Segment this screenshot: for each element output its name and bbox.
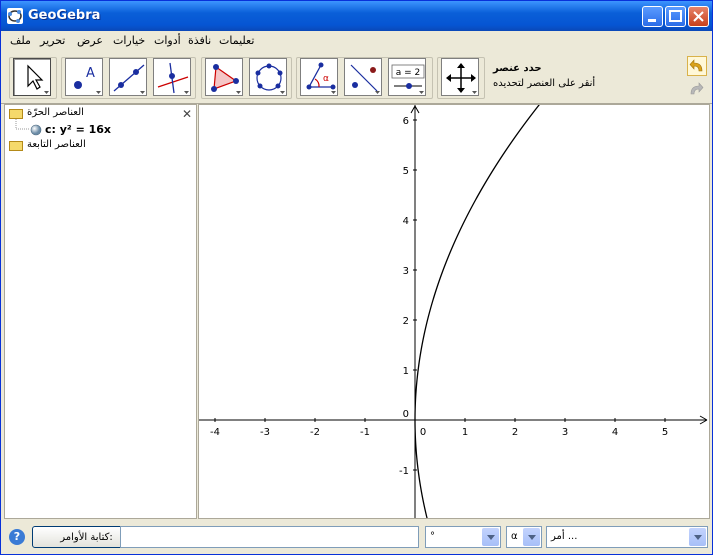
slider-tool-button[interactable]: a = 2 (388, 58, 426, 96)
reflect-tool-button[interactable] (344, 58, 382, 96)
object-visible-icon[interactable] (30, 124, 42, 136)
x-tick-label: -2 (310, 427, 320, 438)
move-graphics-view-icon (446, 63, 477, 94)
tool-help-title: حدد عنصر (493, 63, 542, 74)
chevron-down-icon[interactable] (689, 528, 706, 546)
folder-icon (9, 109, 23, 119)
x-tick-label: -4 (210, 427, 220, 438)
app-window: GeoGebra ملف تحرير عرض خيارات أدوات نافذ… (0, 0, 713, 555)
y-tick-label: 2 (403, 316, 409, 327)
move-tool-button[interactable] (13, 58, 51, 96)
x-tick-label: 3 (562, 427, 568, 438)
menu-bar: ملف تحرير عرض خيارات أدوات نافذة تعليمات (1, 31, 712, 51)
graphics-canvas[interactable]: -4 -3 -2 -1 0 1 2 3 4 5 6 5 4 3 2 1 0 -1 (199, 105, 709, 518)
symbol-select-value: ° (430, 531, 435, 542)
algebra-view: ✕ العناصر الحرّة c: y² = 16x العناصر الت… (4, 104, 197, 519)
point-tool-button[interactable]: A (65, 58, 103, 96)
toolbar: A α a = 2 حدد عنصر أنقر على العنصر لتحدي… (1, 53, 712, 104)
redo-button[interactable] (687, 80, 707, 100)
undo-icon (689, 59, 703, 72)
perpendicular-tool-button[interactable] (153, 58, 191, 96)
minimize-button[interactable] (642, 6, 663, 27)
point-icon: A (74, 66, 101, 94)
close-algebra-view-icon[interactable]: ✕ (182, 107, 192, 121)
menu-window[interactable]: نافذة (188, 34, 211, 47)
undo-button[interactable] (687, 56, 707, 76)
arrow-pointer-icon (27, 64, 49, 94)
y-tick-label: 5 (403, 166, 409, 177)
minimize-icon (648, 19, 656, 22)
command-select-value: أمر ... (551, 531, 578, 542)
menu-file[interactable]: ملف (10, 34, 31, 47)
menu-tools[interactable]: أدوات (154, 34, 181, 47)
reflect-about-line-icon (350, 64, 380, 94)
svg-text:a = 2: a = 2 (396, 68, 421, 78)
input-bar: ? كتابة الأوامر: ° α أمر ... (1, 521, 712, 554)
greek-select-value: α (511, 531, 518, 542)
free-objects-node[interactable]: العناصر الحرّة (27, 107, 84, 118)
window-title: GeoGebra (28, 8, 101, 23)
title-bar[interactable]: GeoGebra (1, 1, 712, 31)
circle-through-points-icon (255, 63, 285, 94)
polygon-tool-button[interactable] (205, 58, 243, 96)
dependent-objects-node[interactable]: العناصر التابعة (27, 139, 86, 150)
menu-options[interactable]: خيارات (113, 34, 145, 47)
x-tick-label: 5 (662, 427, 668, 438)
tool-help-text: أنقر على العنصر لتحديده (493, 78, 596, 89)
command-input[interactable] (120, 526, 419, 548)
y-tick-label: 0 (403, 409, 409, 420)
greek-letter-select[interactable]: α (506, 526, 542, 548)
x-tick-label: 4 (612, 427, 618, 438)
y-tick-label: 4 (403, 216, 409, 227)
y-tick-label: 3 (403, 266, 409, 277)
folder-icon (9, 141, 23, 151)
object-c-equation[interactable]: c: y² = 16x (45, 123, 111, 136)
polygon-icon (211, 64, 241, 94)
angle-icon: α (306, 62, 336, 94)
move-graphics-tool-button[interactable] (441, 58, 479, 96)
chevron-down-icon[interactable] (482, 528, 499, 546)
line-through-points-icon (113, 64, 145, 94)
redo-icon (690, 82, 704, 95)
x-tick-label: 1 (462, 427, 468, 438)
command-select[interactable]: أمر ... (546, 526, 708, 548)
svg-text:A: A (86, 66, 95, 81)
circle-tool-button[interactable] (249, 58, 287, 96)
menu-edit[interactable]: تحرير (40, 34, 65, 47)
x-tick-label: 0 (420, 427, 426, 438)
y-tick-label: -1 (399, 466, 409, 477)
maximize-icon (669, 10, 682, 22)
slider-icon: a = 2 (391, 64, 425, 94)
close-button[interactable] (688, 6, 709, 27)
symbol-select[interactable]: ° (425, 526, 501, 548)
svg-text:α: α (323, 74, 329, 84)
menu-help[interactable]: تعليمات (219, 34, 254, 47)
geogebra-app-icon (7, 8, 23, 24)
x-tick-label: 2 (512, 427, 518, 438)
x-tick-label: -1 (360, 427, 370, 438)
perpendicular-line-icon (157, 62, 189, 94)
input-help-icon[interactable]: ? (9, 529, 25, 545)
y-tick-label: 6 (403, 116, 409, 127)
y-tick-label: 1 (403, 366, 409, 377)
line-tool-button[interactable] (109, 58, 147, 96)
menu-view[interactable]: عرض (77, 34, 103, 47)
parabola-curve-c (414, 105, 540, 518)
angle-tool-button[interactable]: α (300, 58, 338, 96)
graphics-view[interactable]: -4 -3 -2 -1 0 1 2 3 4 5 6 5 4 3 2 1 0 -1 (198, 104, 710, 519)
x-tick-label: -3 (260, 427, 270, 438)
chevron-down-icon[interactable] (523, 528, 540, 546)
maximize-button[interactable] (665, 6, 686, 27)
close-icon (693, 11, 704, 22)
